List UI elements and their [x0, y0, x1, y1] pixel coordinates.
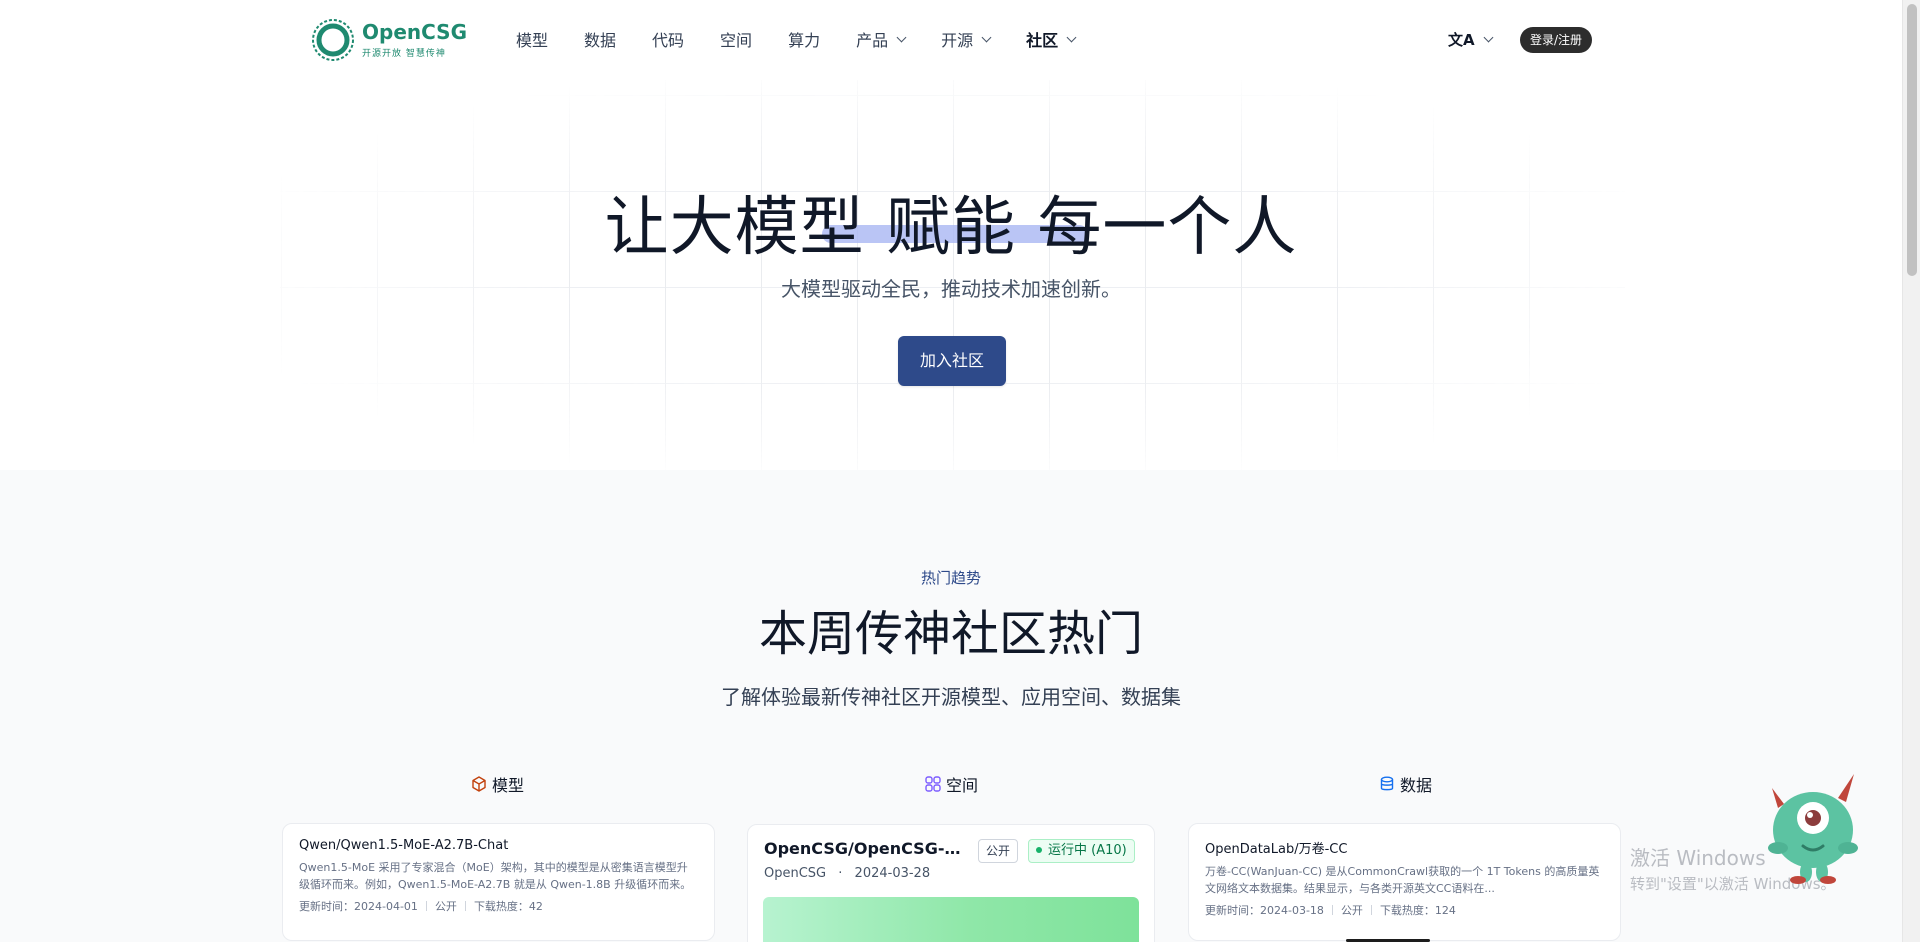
- meta-divider: [1370, 905, 1372, 915]
- model-card-description: Qwen1.5-MoE 采用了专家混合（MoE）架构，其中的模型是从密集语言模型…: [299, 861, 692, 891]
- nav-spaces-label: 空间: [720, 31, 753, 50]
- nav-community-label: 社区: [1026, 31, 1059, 50]
- nav-compute[interactable]: 算力: [788, 27, 820, 51]
- space-status-badge: 运行中 (A10): [1028, 839, 1135, 863]
- nav-opensource-label: 开源: [941, 31, 974, 50]
- scrollbar-thumb[interactable]: [1907, 4, 1917, 276]
- spaces-column-heading[interactable]: 空间: [924, 772, 978, 796]
- model-card-updated: 更新时间：2024-04-01: [299, 900, 418, 913]
- dataset-card[interactable]: OpenDataLab/万卷-CC 万卷-CC(WanJuan-CC) 是从Co…: [1188, 823, 1621, 941]
- nav-compute-label: 算力: [788, 31, 821, 50]
- page: OpenCSG 开源开放 智慧传神 模型 数据 代码 空间 算力 产品 开源 社…: [0, 0, 1920, 942]
- space-owner: OpenCSG: [764, 866, 827, 881]
- translate-icon: 文A: [1448, 31, 1475, 49]
- language-switcher[interactable]: 文A: [1448, 29, 1494, 50]
- model-card[interactable]: Qwen/Qwen1.5-MoE-A2.7B-Chat Qwen1.5-MoE …: [282, 823, 715, 941]
- hero-section: 让大模型 赋能 每一个人 大模型驱动全民，推动技术加速创新。 加入社区: [0, 80, 1902, 470]
- space-card-title: OpenCSG/OpenCSG-De...: [764, 839, 964, 858]
- logo-name: OpenCSG: [362, 20, 467, 44]
- top-navbar: OpenCSG 开源开放 智慧传神 模型 数据 代码 空间 算力 产品 开源 社…: [0, 0, 1902, 80]
- datasets-column-heading[interactable]: 数据: [1378, 772, 1432, 796]
- nav-code-label: 代码: [652, 31, 685, 50]
- opencsg-logo[interactable]: OpenCSG 开源开放 智慧传神: [310, 16, 467, 64]
- space-card-meta: OpenCSG · 2024-03-28: [764, 866, 1138, 881]
- space-thumbnail: [763, 897, 1139, 942]
- dataset-card-description: 万卷-CC(WanJuan-CC) 是从CommonCrawl获取的一个 1T …: [1205, 865, 1600, 895]
- chevron-down-icon: [1066, 32, 1077, 42]
- trending-subtitle: 了解体验最新传神社区开源模型、应用空间、数据集: [721, 685, 1181, 709]
- main-nav: 模型 数据 代码 空间 算力 产品 开源 社区: [516, 27, 1111, 51]
- nav-datasets[interactable]: 数据: [584, 27, 616, 51]
- space-card[interactable]: OpenCSG/OpenCSG-De... 公开 运行中 (A10) OpenC…: [747, 824, 1155, 942]
- nav-community-dropdown[interactable]: 社区: [1026, 27, 1077, 51]
- dataset-card-visibility: 公开: [1340, 904, 1363, 917]
- cube-icon: [472, 776, 486, 792]
- nav-products-label: 产品: [856, 31, 889, 50]
- model-card-meta: 更新时间：2024-04-01 公开 下载热度：42: [299, 898, 698, 914]
- vertical-scrollbar[interactable]: [1902, 0, 1920, 942]
- nav-datasets-label: 数据: [584, 31, 617, 50]
- nav-code[interactable]: 代码: [652, 27, 684, 51]
- space-date: 2024-03-28: [854, 866, 931, 881]
- hero-subtitle: 大模型驱动全民，推动技术加速创新。: [781, 277, 1121, 301]
- dataset-card-meta: 更新时间：2024-03-18 公开 下载热度：124: [1205, 902, 1604, 918]
- space-status-text: 运行中 (A10): [1048, 843, 1127, 858]
- logo-slogan: 开源开放 智慧传神: [362, 49, 446, 59]
- nav-spaces[interactable]: 空间: [720, 27, 752, 51]
- spaces-column-label: 空间: [946, 776, 979, 795]
- model-card-title: Qwen/Qwen1.5-MoE-A2.7B-Chat: [299, 838, 509, 853]
- meta-divider: [425, 901, 427, 911]
- mascot-assistant-icon[interactable]: [1758, 768, 1868, 888]
- trending-section: 热门趋势 本周传神社区热门 了解体验最新传神社区开源模型、应用空间、数据集 模型…: [0, 470, 1902, 942]
- nav-models[interactable]: 模型: [516, 27, 548, 51]
- meta-divider: [464, 901, 466, 911]
- status-dot-icon: [1036, 846, 1042, 853]
- hero-title-highlight: 赋能: [886, 191, 1016, 265]
- database-icon: [1380, 776, 1394, 791]
- nav-models-label: 模型: [516, 31, 549, 50]
- chevron-down-icon: [1483, 32, 1494, 43]
- model-card-visibility: 公开: [434, 900, 457, 913]
- model-card-downloads: 下载热度：42: [473, 900, 543, 913]
- models-column-label: 模型: [492, 776, 525, 795]
- nav-opensource-dropdown[interactable]: 开源: [941, 27, 992, 51]
- meta-divider: [1331, 905, 1333, 915]
- chevron-down-icon: [981, 32, 992, 42]
- meta-dot: ·: [838, 866, 843, 881]
- chevron-down-icon: [896, 32, 907, 42]
- datasets-column-label: 数据: [1400, 776, 1433, 795]
- dataset-card-downloads: 下载热度：124: [1379, 904, 1456, 917]
- dataset-card-title: OpenDataLab/万卷-CC: [1205, 842, 1348, 857]
- nav-products-dropdown[interactable]: 产品: [856, 27, 907, 51]
- trending-tag: 热门趋势: [920, 569, 981, 587]
- models-column-heading[interactable]: 模型: [470, 772, 524, 796]
- hero-title-suffix: 每一个人: [1037, 191, 1298, 265]
- hero-title-prefix: 让大模型: [604, 191, 865, 265]
- login-register-button[interactable]: 登录/注册: [1520, 27, 1593, 53]
- space-public-badge: 公开: [978, 839, 1019, 863]
- trending-title: 本周传神社区热门: [758, 606, 1143, 662]
- join-community-button[interactable]: 加入社区: [898, 336, 1006, 386]
- dataset-card-updated: 更新时间：2024-03-18: [1205, 904, 1324, 917]
- hero-title: 让大模型 赋能 每一个人: [0, 176, 1902, 268]
- apps-grid-icon: [925, 776, 941, 792]
- logo-mark-icon: [310, 17, 356, 63]
